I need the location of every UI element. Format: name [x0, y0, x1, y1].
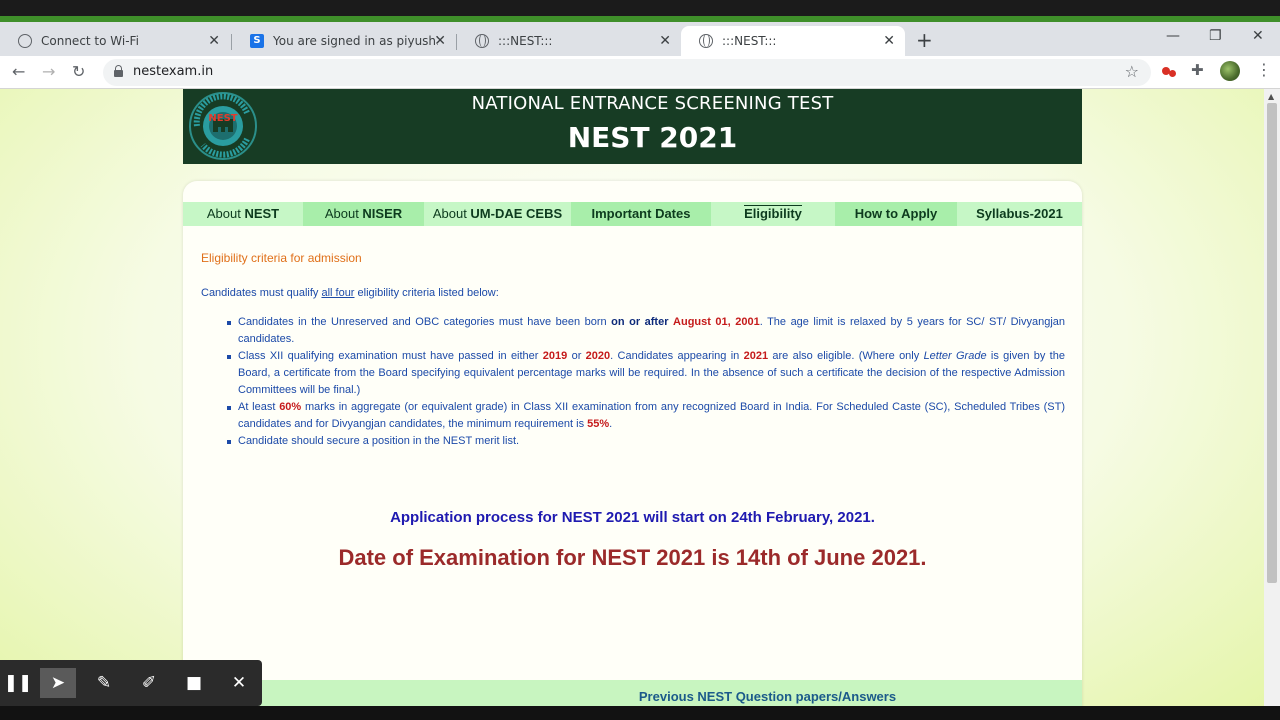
- criteria-item-class-xii: Class XII qualifying examination must ha…: [227, 348, 1065, 399]
- globe-icon: [18, 34, 32, 48]
- menu-about-umdae[interactable]: About UM-DAE CEBS: [424, 202, 571, 226]
- criteria-emphasis: on or after: [611, 316, 669, 328]
- extensions-puzzle-icon[interactable]: ✚: [1191, 61, 1209, 79]
- browser-tab-signed-in[interactable]: S You are signed in as piyush16_se ✕: [232, 26, 456, 56]
- globe-icon: [699, 34, 713, 48]
- criteria-text: . Candidates appearing in: [610, 350, 744, 362]
- close-tab-icon[interactable]: ✕: [659, 33, 671, 49]
- page-viewport: NEST NATIONAL ENTRANCE SCREENING TEST NE…: [0, 89, 1264, 720]
- reload-icon[interactable]: ↻: [72, 62, 85, 81]
- menu-label-bold: Important Dates: [591, 206, 691, 221]
- criteria-italic: Letter Grade: [923, 350, 987, 362]
- menu-label: About: [324, 206, 363, 221]
- window-close-icon[interactable]: ✕: [1252, 28, 1264, 44]
- scrollbar-thumb[interactable]: [1267, 103, 1277, 583]
- criteria-item-age: Candidates in the Unreserved and OBC cat…: [227, 314, 1065, 348]
- menu-label-bold: UM-DAE CEBS: [470, 206, 563, 221]
- close-tab-icon[interactable]: ✕: [208, 33, 220, 49]
- minimize-icon[interactable]: —: [1166, 28, 1180, 44]
- page-scrollbar[interactable]: ▲ ▼: [1264, 89, 1280, 720]
- main-menu: About NEST About NISER About UM-DAE CEBS…: [183, 202, 1082, 226]
- criteria-text: .: [609, 418, 613, 430]
- s-favicon-icon: S: [250, 34, 264, 48]
- browser-menu-icon[interactable]: ⋮: [1256, 60, 1272, 79]
- close-tab-icon[interactable]: ✕: [434, 33, 446, 49]
- criteria-year: 2021: [743, 350, 769, 362]
- highlighter-icon[interactable]: ✐: [131, 668, 167, 698]
- tab-title: :::NEST:::: [498, 34, 553, 48]
- globe-icon: [475, 34, 489, 48]
- criteria-percentage: 55%: [587, 418, 610, 430]
- previous-papers-link[interactable]: Previous NEST Question papers/Answers: [183, 689, 1264, 704]
- back-arrow-icon[interactable]: ←: [12, 62, 25, 81]
- criteria-percentage: 60%: [279, 401, 302, 413]
- restore-icon[interactable]: ❐: [1209, 28, 1222, 44]
- menu-eligibility[interactable]: Eligibility: [711, 202, 835, 226]
- all-four-link[interactable]: all four: [321, 287, 354, 299]
- criteria-item-merit: Candidate should secure a position in th…: [227, 433, 1065, 450]
- menu-about-nest[interactable]: About NEST: [183, 202, 303, 226]
- url-text[interactable]: nestexam.in: [133, 64, 213, 79]
- browser-tab-wifi[interactable]: Connect to Wi-Fi ✕: [0, 26, 230, 56]
- pen-icon[interactable]: ✎: [86, 668, 122, 698]
- menu-label: About: [432, 206, 471, 221]
- eligibility-section: Eligibility criteria for admission Candi…: [201, 251, 1065, 450]
- window-top-strip: [0, 0, 1280, 22]
- browser-tab-nest-active[interactable]: :::NEST::: ✕: [681, 26, 905, 56]
- close-tab-icon[interactable]: ✕: [883, 33, 895, 49]
- window-bottom-strip: [0, 706, 1280, 720]
- banner-title: NATIONAL ENTRANCE SCREENING TEST: [471, 93, 834, 114]
- menu-important-dates[interactable]: Important Dates: [571, 202, 711, 226]
- pause-icon[interactable]: ❚❚: [0, 668, 36, 698]
- criteria-text: Class XII qualifying examination must ha…: [238, 350, 543, 362]
- bookmark-star-icon[interactable]: ☆: [1125, 62, 1139, 81]
- criteria-date: August 01, 2001: [673, 316, 760, 328]
- close-toolbar-icon[interactable]: ✕: [221, 668, 257, 698]
- criteria-year: 2019: [542, 350, 568, 362]
- eligibility-intro: Candidates must qualify all four eligibi…: [201, 287, 1065, 299]
- intro-text: Candidates must qualify: [201, 287, 322, 299]
- content-card: About NEST About NISER About UM-DAE CEBS…: [183, 181, 1082, 720]
- banner-subtitle: NEST 2021: [567, 121, 738, 154]
- criteria-text: At least: [238, 401, 280, 413]
- eligibility-heading: Eligibility criteria for admission: [201, 251, 362, 265]
- eligibility-criteria-list: Candidates in the Unreserved and OBC cat…: [227, 314, 1065, 450]
- menu-label-bold: NISER: [362, 206, 403, 221]
- menu-label-bold: Eligibility: [744, 205, 802, 221]
- menu-label-bold: How to Apply: [854, 206, 938, 221]
- pointer-cursor-icon[interactable]: ➤: [40, 668, 76, 698]
- scroll-up-icon[interactable]: ▲: [1268, 92, 1274, 101]
- exam-date-announcement: Date of Examination for NEST 2021 is 14t…: [338, 545, 927, 570]
- camera-icon[interactable]: ■: [176, 668, 212, 698]
- menu-label: About: [206, 206, 245, 221]
- application-announcement: Application process for NEST 2021 will s…: [390, 509, 875, 526]
- criteria-text: marks in aggregate (or equivalent grade)…: [238, 401, 1065, 430]
- criteria-text: or: [567, 350, 586, 362]
- intro-text: eligibility criteria listed below:: [354, 287, 499, 299]
- menu-label-bold: NEST: [244, 206, 280, 221]
- criteria-text: Candidate should secure a position in th…: [238, 435, 520, 447]
- menu-how-to-apply[interactable]: How to Apply: [835, 202, 957, 226]
- lock-icon[interactable]: [114, 65, 123, 77]
- criteria-year: 2020: [585, 350, 611, 362]
- forward-arrow-icon[interactable]: →: [42, 62, 55, 81]
- profile-avatar[interactable]: [1220, 61, 1240, 81]
- browser-tab-bar: Connect to Wi-Fi ✕ S You are signed in a…: [0, 22, 1280, 56]
- new-tab-icon[interactable]: +: [916, 28, 933, 52]
- tab-title: You are signed in as piyush16_se: [273, 34, 438, 48]
- url-omnibox[interactable]: nestexam.in ☆: [103, 59, 1151, 86]
- criteria-item-marks: At least 60% marks in aggregate (or equi…: [227, 399, 1065, 433]
- menu-about-niser[interactable]: About NISER: [303, 202, 424, 226]
- tab-title: Connect to Wi-Fi: [41, 34, 139, 48]
- nest-banner: NEST NATIONAL ENTRANCE SCREENING TEST NE…: [183, 89, 1082, 164]
- criteria-text: Candidates in the Unreserved and OBC cat…: [238, 316, 612, 328]
- tab-title: :::NEST:::: [722, 34, 777, 48]
- menu-syllabus[interactable]: Syllabus-2021: [957, 202, 1082, 226]
- browser-tab-nest-1[interactable]: :::NEST::: ✕: [457, 26, 681, 56]
- annotation-toolbar: ❚❚ ➤ ✎ ✐ ■ ✕: [0, 660, 262, 706]
- extension-record-icon[interactable]: [1160, 62, 1178, 80]
- menu-label-bold: Syllabus-2021: [976, 206, 1063, 221]
- address-bar: ← → ↻ nestexam.in ☆: [0, 56, 1280, 89]
- criteria-text: are also eligible. (Where only: [768, 350, 924, 362]
